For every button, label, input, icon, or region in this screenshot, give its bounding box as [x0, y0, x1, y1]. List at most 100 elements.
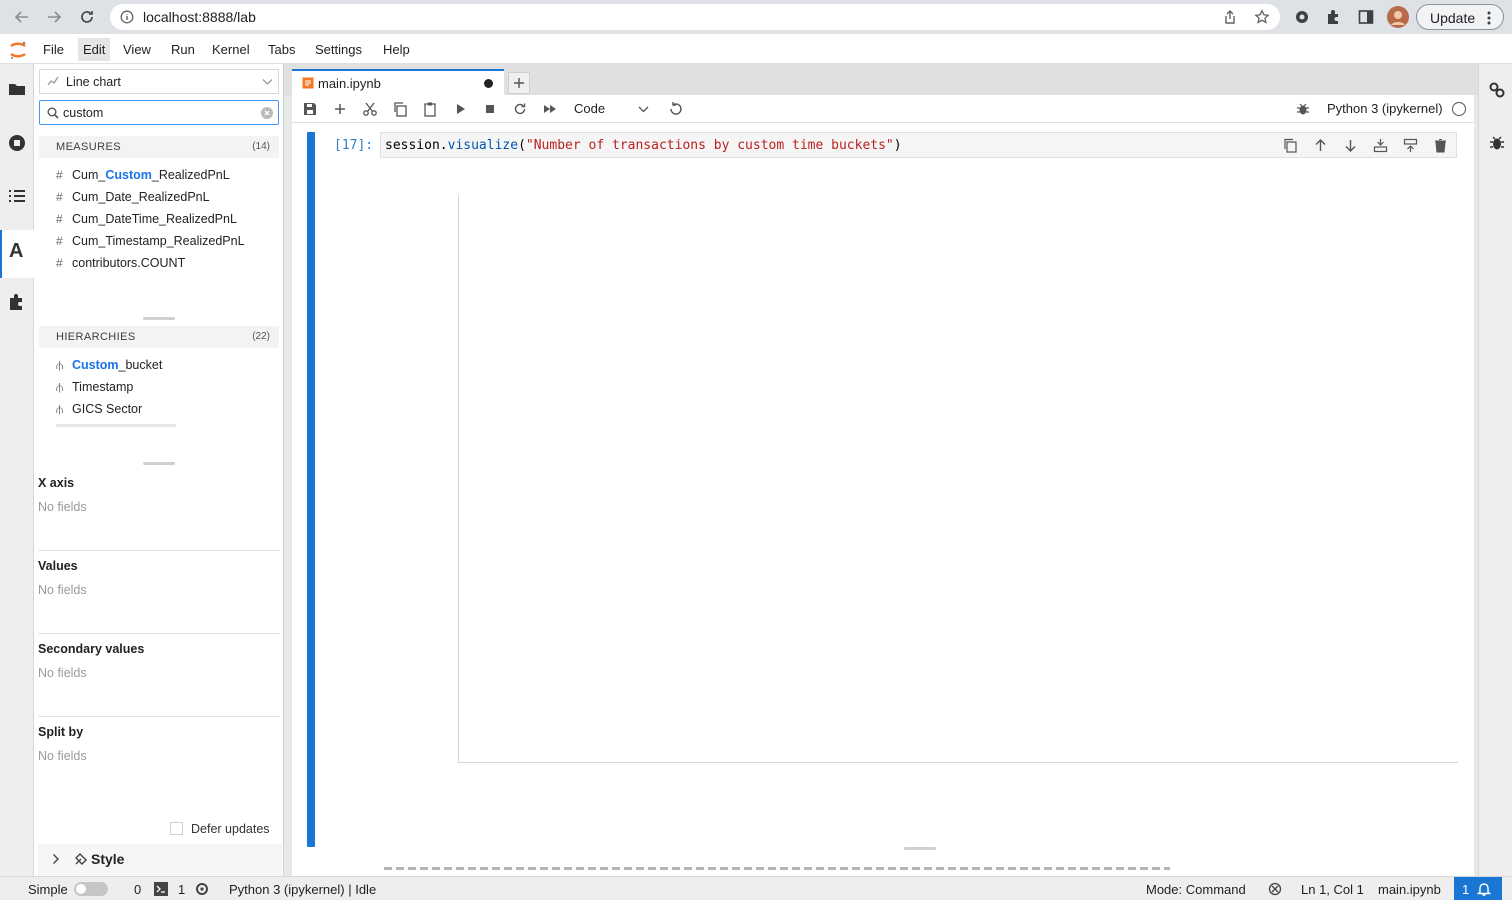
measure-item[interactable]: # contributors.COUNT: [56, 256, 185, 270]
update-button[interactable]: Update: [1416, 4, 1504, 30]
menu-help[interactable]: Help: [383, 42, 410, 57]
measure-label: Cum_Date_RealizedPnL: [72, 190, 210, 204]
measure-item[interactable]: # Cum_DateTime_RealizedPnL: [56, 212, 237, 226]
notifications-button[interactable]: 1: [1454, 877, 1502, 900]
profile-avatar[interactable]: [1387, 6, 1409, 28]
notebook-icon: [302, 77, 314, 89]
cursor-position[interactable]: Ln 1, Col 1: [1301, 882, 1364, 897]
toc-icon[interactable]: [8, 188, 26, 204]
menu-view[interactable]: View: [123, 42, 151, 57]
menu-tabs[interactable]: Tabs: [268, 42, 295, 57]
main-area: main.ipynb Code Python 3 (ipykernel) [17…: [284, 64, 1478, 876]
insert-above-icon[interactable]: [1373, 138, 1388, 153]
style-label: Style: [91, 851, 125, 867]
tab-main-ipynb[interactable]: main.ipynb: [292, 69, 504, 95]
bookmark-star-icon[interactable]: [1254, 9, 1270, 25]
cell-type-value: Code: [574, 101, 606, 116]
status-filename: main.ipynb: [1378, 882, 1441, 897]
git-refresh-icon[interactable]: [668, 101, 684, 117]
cut-icon[interactable]: [362, 101, 378, 117]
atoti-tab[interactable]: A: [0, 230, 34, 278]
kernel-gear-icon: [195, 882, 209, 896]
line-chart-icon: [47, 75, 59, 87]
menu-run[interactable]: Run: [171, 42, 195, 57]
hierarchies-header[interactable]: HIERARCHIES (22): [39, 326, 279, 348]
output-resize-handle[interactable]: [904, 847, 936, 850]
hierarchy-icon: ⫛: [56, 358, 64, 372]
insert-below-icon[interactable]: [1403, 138, 1418, 153]
terminal-count[interactable]: 0: [134, 882, 141, 897]
site-info-icon[interactable]: [120, 10, 134, 24]
save-icon[interactable]: [302, 101, 318, 117]
kernel-count[interactable]: 1: [178, 882, 185, 897]
extension-manager-icon[interactable]: [8, 293, 26, 311]
divider: [38, 550, 280, 551]
style-section-header[interactable]: Style: [38, 844, 282, 876]
hierarchies-resize-handle[interactable]: [143, 462, 175, 465]
measures-header[interactable]: MEASURES (14): [39, 136, 279, 158]
cell-prompt: [17]:: [334, 138, 374, 153]
back-icon[interactable]: [14, 9, 30, 25]
measure-item[interactable]: # Cum_Timestamp_RealizedPnL: [56, 234, 245, 248]
measure-label: contributors.COUNT: [72, 256, 186, 270]
move-up-icon[interactable]: [1313, 138, 1328, 153]
field-search-input[interactable]: custom: [39, 100, 279, 125]
hash-icon: #: [56, 190, 63, 204]
side-panel-icon[interactable]: [1357, 8, 1375, 26]
kernel-name[interactable]: Python 3 (ipykernel): [1327, 101, 1443, 116]
property-inspector-icon[interactable]: [1488, 81, 1506, 99]
chevron-right-icon: [52, 853, 60, 865]
stop-icon[interactable]: [482, 101, 498, 117]
code-cell-editor[interactable]: session.visualize("Number of transaction…: [380, 132, 1457, 158]
hierarchy-item[interactable]: ⫛ GICS Sector: [56, 402, 142, 417]
cell-collapser[interactable]: [307, 132, 315, 847]
kernel-status[interactable]: Python 3 (ipykernel) | Idle: [229, 882, 376, 897]
running-icon[interactable]: [8, 134, 26, 152]
extensions-puzzle-icon[interactable]: [1325, 8, 1343, 26]
simple-mode-toggle[interactable]: [74, 882, 108, 896]
run-icon[interactable]: [452, 101, 468, 117]
hash-icon: #: [56, 256, 63, 270]
fast-forward-icon[interactable]: [542, 101, 558, 117]
chart-type-select[interactable]: Line chart: [39, 69, 279, 94]
values-well[interactable]: No fields: [38, 583, 87, 597]
forward-icon[interactable]: [46, 9, 62, 25]
new-tab-button[interactable]: [508, 72, 530, 94]
move-down-icon[interactable]: [1343, 138, 1358, 153]
extension-gear-icon[interactable]: [1293, 8, 1311, 26]
measure-item[interactable]: # Cum_Custom_RealizedPnL: [56, 168, 230, 182]
restart-icon[interactable]: [512, 101, 528, 117]
address-bar[interactable]: localhost:8888/lab: [110, 4, 1280, 30]
debugger-bug-icon[interactable]: [1295, 101, 1311, 117]
measure-label: Cum_Timestamp_RealizedPnL: [72, 234, 245, 248]
defer-updates-checkbox[interactable]: [170, 822, 183, 835]
hierarchy-item[interactable]: ⫛ Custom_bucket: [56, 358, 162, 373]
lsp-status-icon[interactable]: [1268, 882, 1282, 896]
reload-icon[interactable]: [79, 9, 95, 25]
clipped-markdown-text: [384, 867, 1170, 870]
delete-cell-icon[interactable]: [1433, 138, 1448, 153]
unsaved-dot-icon[interactable]: [484, 79, 493, 88]
search-value: custom: [63, 106, 104, 120]
cell-type-select[interactable]: Code: [570, 98, 654, 120]
folder-icon[interactable]: [8, 81, 26, 97]
clear-search-icon[interactable]: [261, 107, 273, 119]
code-string: "Number of transactions by custom time b…: [525, 138, 894, 153]
hierarchy-item[interactable]: ⫛ Timestamp: [56, 380, 133, 395]
measures-resize-handle[interactable]: [143, 317, 175, 320]
copy-icon[interactable]: [392, 101, 408, 117]
share-icon[interactable]: [1222, 9, 1238, 25]
add-cell-icon[interactable]: [332, 101, 348, 117]
menu-settings[interactable]: Settings: [315, 42, 362, 57]
split-by-well[interactable]: No fields: [38, 749, 87, 763]
menu-edit[interactable]: Edit: [78, 38, 111, 61]
menu-file[interactable]: File: [43, 42, 64, 57]
menu-kernel[interactable]: Kernel: [212, 42, 250, 57]
secondary-values-well[interactable]: No fields: [38, 666, 87, 680]
status-bar: Simple 0 1 Python 3 (ipykernel) | Idle M…: [0, 876, 1512, 900]
debugger-icon[interactable]: [1488, 134, 1506, 152]
paste-icon[interactable]: [422, 101, 438, 117]
duplicate-cell-icon[interactable]: [1283, 138, 1298, 153]
x-axis-well[interactable]: No fields: [38, 500, 87, 514]
measure-item[interactable]: # Cum_Date_RealizedPnL: [56, 190, 210, 204]
